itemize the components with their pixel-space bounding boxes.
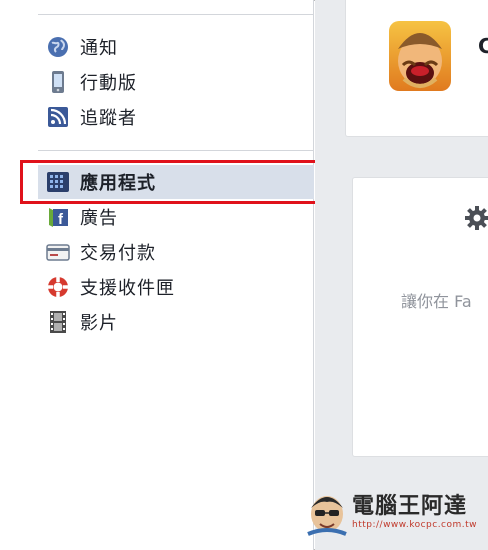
sidebar-item-mobile[interactable]: 行動版 (38, 65, 314, 99)
film-strip-icon (46, 310, 70, 334)
app-title-initial: C (478, 34, 488, 58)
site-watermark: 電腦王阿達 http://www.kocpc.com.tw (306, 485, 478, 539)
globe-icon (46, 35, 70, 59)
sidebar-item-label: 交易付款 (80, 243, 156, 264)
sidebar-divider-middle (38, 150, 314, 151)
rss-feed-icon (46, 105, 70, 129)
mobile-phone-icon (46, 70, 70, 94)
sidebar-item-notifications[interactable]: 通知 (38, 30, 314, 64)
sidebar-item-label: 追蹤者 (80, 108, 137, 129)
sidebar-item-label: 通知 (80, 38, 118, 59)
sidebar-item-payments[interactable]: 交易付款 (38, 235, 314, 269)
watermark-title: 電腦王阿達 (352, 494, 468, 519)
sidebar-item-videos[interactable]: 影片 (38, 305, 314, 339)
sidebar-divider-top (38, 14, 314, 15)
sidebar-item-label: 廣告 (80, 208, 118, 229)
settings-sidebar: 通知 行動版 追蹤者 應用程式 f 廣告 交易付款 支援收件匣 影片 (0, 0, 314, 550)
sidebar-item-label: 影片 (80, 313, 118, 334)
invite-text: 讓你在 Fa (401, 292, 472, 311)
mascot-logo-icon (306, 488, 348, 536)
sidebar-item-label: 支援收件匣 (80, 278, 175, 299)
gear-icon[interactable] (464, 205, 488, 231)
sidebar-item-ads[interactable]: f 廣告 (38, 200, 314, 234)
sidebar-item-support-inbox[interactable]: 支援收件匣 (38, 270, 314, 304)
sidebar-item-label: 行動版 (80, 73, 137, 94)
app-thumbnail-image[interactable] (389, 21, 451, 91)
lifebuoy-icon (46, 275, 70, 299)
credit-card-icon (46, 240, 70, 264)
facebook-ad-icon: f (46, 205, 70, 229)
red-highlight-annotation (20, 160, 326, 204)
sidebar-item-followers[interactable]: 追蹤者 (38, 100, 314, 134)
watermark-url: http://www.kocpc.com.tw (352, 520, 478, 530)
